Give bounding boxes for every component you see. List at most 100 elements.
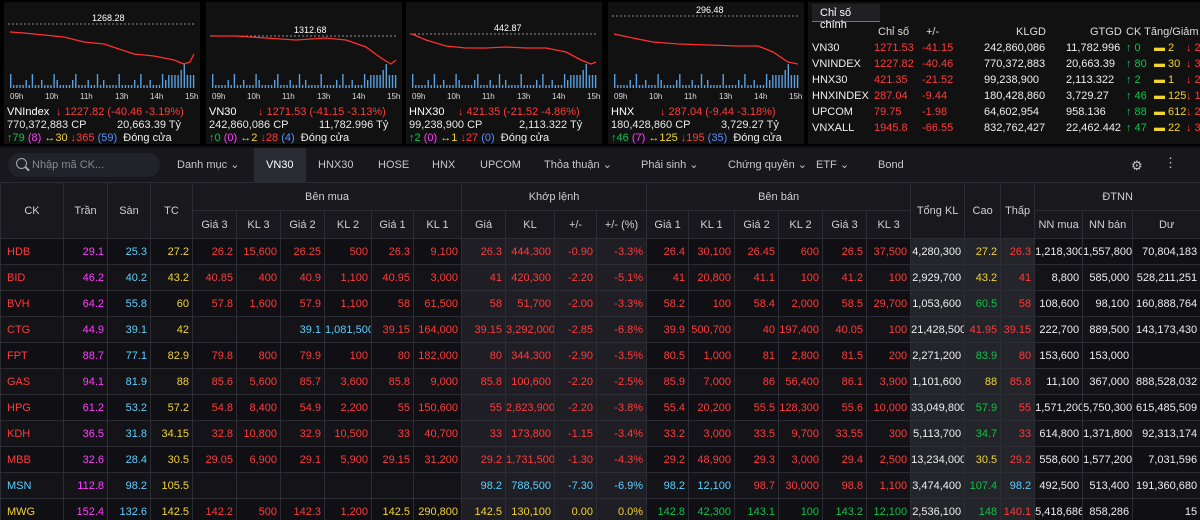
table-cell: 1,557,800 [1082,238,1134,265]
volume-bar [155,85,158,88]
tab-etf[interactable]: ETF ⌄ [816,148,849,182]
tab-hnx[interactable]: HNX [432,148,455,182]
table-cell: -2.20 [554,368,598,395]
summary-row-vnindex[interactable]: VNINDEX 1227.82 -40.46 770,372,883 20,66… [808,58,1200,72]
volume-bar [734,85,737,88]
table-cell: 142.3 [280,498,325,520]
price-chart: 296.48 09h 10h 11h 13h 14h 15h [612,5,802,101]
col-reference: TC [150,182,193,239]
tab-phái-sinh[interactable]: Phái sinh ⌄ [641,148,699,182]
table-cell: 1,101,600 [910,368,966,395]
index-volume-row: 180,428,860 CP 3,729.27 Tỷ [611,119,801,131]
volume-bar [385,64,387,88]
symbol-cell[interactable]: KDH [0,420,64,447]
volume-bar [81,85,83,88]
symbol-cell[interactable]: CTG [0,316,64,343]
tab-chứng-quyền[interactable]: Chứng quyền ⌄ [728,148,807,182]
summary-gtgd: 11,782.996 [1066,42,1121,54]
summary-down: ↓ 195 [1186,90,1200,102]
table-cell: 57.8 [192,290,237,317]
symbol-cell[interactable]: HDB [0,238,64,265]
mini-chart-vnindex[interactable]: 1268.28 09h 10h 11h 13h 14h 15h VNIndex ↓ 122… [4,2,200,144]
table-cell: 42 [150,316,193,343]
table-cell: 98.2 [1000,472,1036,499]
tab-bond[interactable]: Bond [878,148,904,182]
time-tick: 14h [352,92,365,101]
table-cell: 39.15 [371,316,414,343]
gear-icon[interactable]: ⚙ [1131,158,1143,174]
symbol-cell[interactable]: MSN [0,472,64,499]
symbol-cell[interactable]: MWG [0,498,64,520]
tab-thỏa-thuận[interactable]: Thỏa thuận ⌄ [544,148,612,182]
summary-col-klgd: KLGD [1016,26,1046,38]
mini-chart-vn30[interactable]: 1312.68 09h 10h 11h 13h 14h 15h VN30 ↓ 1271.5… [206,2,402,144]
summary-col-adv-dec: CK Tăng/Giảm [1126,26,1199,38]
table-cell: -2.20 [554,394,598,421]
volume-bar [532,85,535,88]
tab-main-indices[interactable]: Chỉ số chính [812,4,880,31]
symbol-cell[interactable]: BID [0,264,64,291]
table-cell: 100 [866,316,912,343]
symbol-cell[interactable]: MBB [0,446,64,473]
volume-bar [289,80,291,88]
summary-row-hnxindex[interactable]: HNXINDEX 287.04 -9.44 180,428,860 3,729.… [808,90,1200,104]
table-cell: 88.7 [63,342,108,369]
mini-chart-hnx[interactable]: 296.48 09h 10h 11h 13h 14h 15h HNX ↓ 287.04 (… [608,2,804,144]
tab-vn30[interactable]: VN30 [254,148,306,182]
table-row[interactable]: BVH 64.2 55.8 60 57.8 1,600 57.9 1,100 58 61,500 5… [0,290,1200,317]
volume-bar [489,80,491,88]
table-row[interactable]: BID 46.2 40.2 43.2 40.85 400 40.9 1,100 40.95 3,0… [0,264,1200,291]
summary-flat: ▬ 2 [1154,42,1175,54]
table-cell: 55.6 [822,394,868,421]
table-cell: -0.90 [554,238,598,265]
volume-bar [669,85,672,88]
summary-klgd: 832,762,427 [984,122,1046,134]
table-row[interactable]: MWG 152.4 132.6 142.5 142.2 500 142.3 1,200 142.… [0,498,1200,520]
table-row[interactable]: MSN 112.8 98.2 105.5 98.2 788,500 -7.30 -6.9% 98… [0,472,1200,499]
volume-bar [382,70,384,88]
summary-row-vn30[interactable]: VN30 1271.53 -41.15 242,860,086 11,782.9… [808,42,1200,56]
summary-row-hnx30[interactable]: HNX30 421.35 -21.52 99,238,900 2,113.322… [808,74,1200,88]
search-box[interactable] [8,153,160,177]
symbol-cell[interactable]: HPG [0,394,64,421]
search-input[interactable] [32,156,152,174]
index-name: HNX30 [409,106,445,118]
table-cell: 39.15 [461,316,507,343]
volume-bar [691,80,693,88]
table-cell: 88 [150,368,193,395]
tab-upcom[interactable]: UPCOM [480,148,521,182]
volume-bar [270,85,273,88]
table-cell: 88 [964,368,1002,395]
tab-danh-mục[interactable]: Danh mục ⌄ [177,148,239,182]
table-row[interactable]: GAS 94.1 81.9 88 85.6 5,600 85.7 3,600 85.8 9,000… [0,368,1200,395]
table-row[interactable]: CTG 44.9 39.1 42 39.1 1,081,500 39.15 164,000 39… [0,316,1200,343]
volume-bar [790,75,793,88]
volume-bar [56,80,58,88]
volume-bar [255,74,257,88]
col-low: Thấp [1000,182,1036,239]
mini-chart-hnx30[interactable]: 442.87 09h 10h 11h 13h 14h 15h HNX30 ↓ 421.35… [406,2,602,144]
table-cell: 5,900 [324,446,372,473]
summary-down: ↓ 213 [1186,106,1200,118]
table-row[interactable]: KDH 36.5 31.8 34.15 32.8 10,800 32.9 10,500 33 40… [0,420,1200,447]
summary-row-vnxall[interactable]: VNXALL 1945.8 -66.55 832,762,427 22,462.… [808,122,1200,136]
main-indices-panel: Chỉ số chính Chỉ số +/- KLGD GTGD CK Tăn… [808,2,1200,144]
summary-row-upcom[interactable]: UPCOM 79.75 -1.98 64,602,954 958.136 ↑ 8… [808,106,1200,120]
symbol-cell[interactable]: GAS [0,368,64,395]
index-value: 11,782.996 Tỷ [319,119,389,131]
tab-hnx30[interactable]: HNX30 [318,148,353,182]
table-row[interactable]: HDB 29.1 25.3 27.2 26.2 15,600 26.25 500 26.3 9,1… [0,238,1200,265]
table-cell: 3,000 [688,420,736,447]
more-icon[interactable]: ⋮ [1164,156,1177,169]
symbol-cell[interactable]: BVH [0,290,64,317]
symbol-cell[interactable]: FPT [0,342,64,369]
table-row[interactable]: HPG 61.2 53.2 57.2 54.8 8,400 54.9 2,200 55 150,6… [0,394,1200,421]
col-symbol[interactable]: CK [0,182,64,239]
volume-bar [741,85,743,88]
time-tick: 13h [517,92,530,101]
tab-hose[interactable]: HOSE [378,148,409,182]
table-row[interactable]: FPT 88.7 77.1 82.9 79.8 800 79.9 100 80 182,000 80… [0,342,1200,369]
volume-bar [563,74,566,88]
table-cell: 55 [371,394,414,421]
table-row[interactable]: MBB 32.6 28.4 30.5 29.05 6,900 29.1 5,900 29.15 3… [0,446,1200,473]
